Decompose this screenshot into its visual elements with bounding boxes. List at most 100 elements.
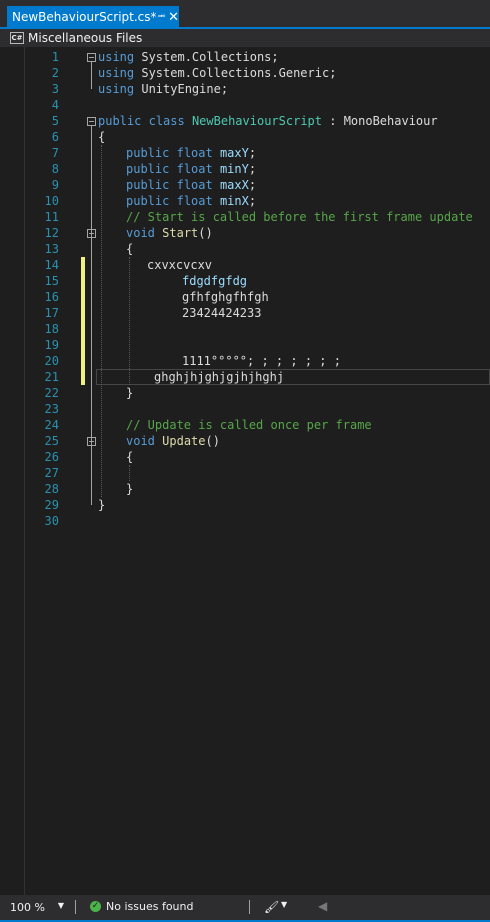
code-line[interactable]: 27	[0, 465, 490, 481]
line-number: 1	[51, 50, 59, 64]
brush-icon[interactable]: 🖌︎	[264, 900, 279, 914]
code-token: public	[126, 146, 170, 160]
unsaved-change-marker	[81, 321, 85, 337]
code-line[interactable]: 18	[0, 321, 490, 337]
code-line[interactable]: 22}	[0, 385, 490, 401]
code-line[interactable]: 29}	[0, 497, 490, 513]
code-line[interactable]: 17 23424424233	[0, 305, 490, 321]
code-line[interactable]: 14 cxvxcvcxv	[0, 257, 490, 273]
zoom-dropdown[interactable]: 100 % ▼	[10, 901, 66, 914]
chevron-down-icon: ▼	[57, 901, 64, 910]
code-token: class	[148, 114, 185, 128]
editor-status-bar: 100 % ▼ ✓ No issues found 🖌︎ ▼ ◀	[0, 895, 490, 922]
code-token: void	[126, 226, 155, 240]
code-token: ;	[248, 194, 257, 208]
code-token: gfhfghgfhfgh	[182, 290, 269, 304]
document-tab[interactable]: NewBehaviourScript.cs* ⭲ ✕	[7, 6, 179, 28]
indent-guide	[129, 465, 130, 481]
code-line[interactable]: 20 1111°°°°°; ; ; ; ; ; ;	[0, 353, 490, 369]
code-line[interactable]: 26 {	[0, 449, 490, 465]
code-token: fdgdfgfdg	[182, 274, 248, 288]
code-line[interactable]: 10 public float minX;	[0, 193, 490, 209]
line-number: 25	[44, 434, 59, 448]
code-token: ()	[198, 226, 213, 240]
issues-label: No issues found	[106, 900, 194, 913]
code-token: System.Collections.Generic;	[134, 66, 337, 80]
line-number: 28	[44, 482, 59, 496]
code-line[interactable]: 9 public float maxX;	[0, 177, 490, 193]
code-line[interactable]: 8 public float minY;	[0, 161, 490, 177]
code-line[interactable]: 3 using UnityEngine;	[0, 81, 490, 97]
issues-indicator[interactable]: ✓ No issues found	[90, 900, 193, 913]
code-text: // Update is called once per frame	[126, 417, 372, 433]
code-token: UnityEngine;	[134, 82, 229, 96]
code-text: public float maxY;	[126, 145, 256, 161]
code-line[interactable]: 15 fdgdfgfdg	[0, 273, 490, 289]
close-icon[interactable]: ✕	[168, 10, 179, 25]
code-line[interactable]: 19	[0, 337, 490, 353]
code-line[interactable]: 1 using System.Collections;	[0, 49, 490, 65]
code-text: }	[126, 481, 133, 497]
navigation-bar: C# Miscellaneous Files	[0, 29, 490, 47]
code-line[interactable]: 11 // Start is called before the first fr…	[0, 209, 490, 225]
code-text: using UnityEngine;	[98, 81, 228, 97]
line-number: 30	[44, 514, 59, 528]
code-text: public class NewBehaviourScript : MonoBe…	[98, 113, 438, 129]
code-token: :	[322, 114, 344, 128]
code-line[interactable]: 25 void Update()	[0, 433, 490, 449]
document-tab-strip: NewBehaviourScript.cs* ⭲ ✕	[0, 0, 490, 29]
code-line[interactable]: 13 {	[0, 241, 490, 257]
csharp-file-icon: C#	[10, 32, 24, 44]
code-text: cxvxcvcxv	[147, 257, 212, 273]
code-token: ;	[248, 178, 257, 192]
code-text: {	[126, 241, 133, 257]
code-token: MonoBehaviour	[343, 114, 438, 128]
line-number: 9	[51, 178, 59, 192]
line-number: 22	[44, 386, 59, 400]
code-line[interactable]: 16 gfhfghgfhfgh	[0, 289, 490, 305]
project-dropdown-label[interactable]: Miscellaneous Files	[28, 31, 142, 45]
code-line[interactable]: 5 public class NewBehaviourScript : MonoB…	[0, 113, 490, 129]
code-text: gfhfghgfhfgh	[182, 289, 269, 305]
code-token: ;	[248, 162, 257, 176]
line-number: 29	[44, 498, 59, 512]
indent-guide	[129, 257, 130, 385]
code-line[interactable]: 28}	[0, 481, 490, 497]
unsaved-change-marker	[81, 273, 85, 289]
code-text: using System.Collections.Generic;	[98, 65, 336, 81]
line-number: 14	[44, 258, 59, 272]
code-line[interactable]: 2 using System.Collections.Generic;	[0, 65, 490, 81]
code-text: }	[126, 385, 133, 401]
line-number: 24	[44, 418, 59, 432]
code-text: using System.Collections;	[98, 49, 279, 65]
line-number: 11	[44, 210, 59, 224]
code-editor[interactable]: 1 using System.Collections; 2 using System.…	[0, 47, 490, 895]
code-token: NewBehaviourScript	[191, 114, 322, 128]
code-line[interactable]: 6{	[0, 129, 490, 145]
code-line[interactable]: 24 // Update is called once per frame	[0, 417, 490, 433]
code-line[interactable]: 30	[0, 513, 490, 529]
code-line[interactable]: 4	[0, 97, 490, 113]
pin-icon[interactable]: ⭲	[157, 9, 167, 26]
code-token: float	[176, 146, 213, 160]
chevron-down-icon[interactable]: ▼	[281, 900, 287, 909]
line-number: 4	[51, 98, 59, 112]
code-token: }	[126, 482, 134, 496]
code-text: public float maxX;	[126, 177, 256, 193]
line-number: 7	[51, 146, 59, 160]
line-number: 12	[44, 226, 59, 240]
code-line[interactable]: 7 public float maxY;	[0, 145, 490, 161]
outline-line	[91, 445, 92, 489]
tab-title: NewBehaviourScript.cs*	[12, 10, 157, 24]
scroll-left-icon[interactable]: ◀	[318, 899, 327, 913]
code-line[interactable]: 12 void Start()	[0, 225, 490, 241]
code-text: void Update()	[126, 433, 220, 449]
code-line[interactable]: 23	[0, 401, 490, 417]
code-text: 23424424233	[182, 305, 261, 321]
line-number: 5	[51, 114, 59, 128]
